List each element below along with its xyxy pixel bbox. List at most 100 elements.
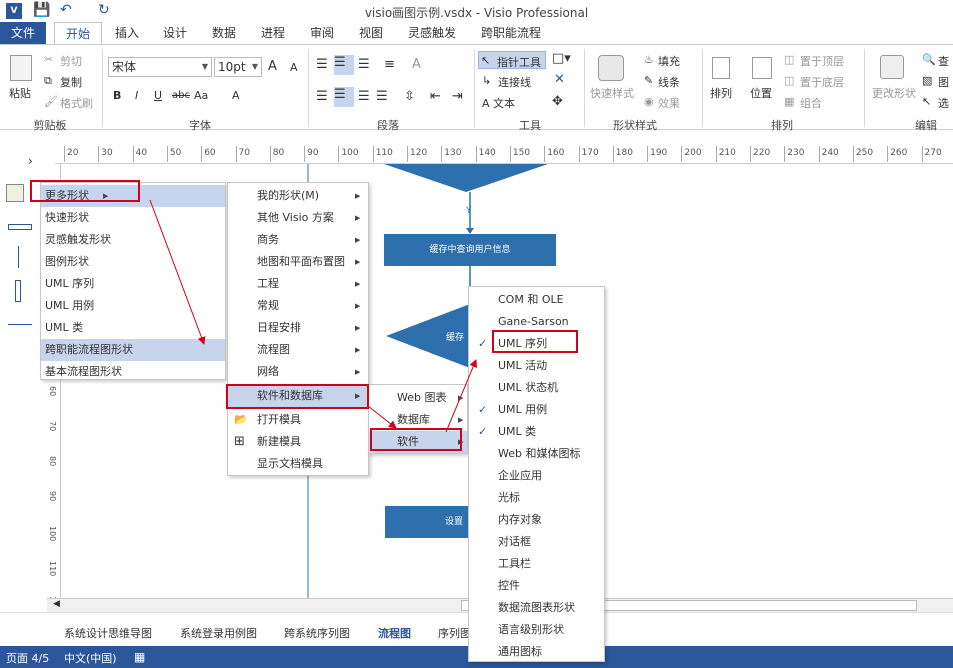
align-top-icon[interactable]: ☰ (316, 57, 328, 72)
tab-view[interactable]: 视图 (356, 22, 386, 44)
menu-item-toolbars[interactable]: 工具栏 (469, 553, 604, 575)
arrange-icon[interactable] (712, 57, 730, 79)
macro-icon[interactable]: ▦ (134, 650, 145, 664)
menu-item-brainstorm-shapes[interactable]: 灵感触发形状 (41, 229, 225, 251)
menu-item-engineering[interactable]: 工程 ▶ (228, 273, 368, 295)
quick-styles-icon[interactable] (598, 55, 624, 81)
menu-item-legend-shapes[interactable]: 图例形状 (41, 251, 225, 273)
page-tab-flowchart[interactable]: 流程图 (378, 625, 411, 641)
menu-item-language-shapes[interactable]: 语言级别形状 (469, 619, 604, 641)
tab-design[interactable]: 设计 (160, 22, 190, 44)
bring-front-button[interactable]: 置于顶层 (800, 53, 844, 69)
effects-button[interactable]: 效果 (658, 95, 680, 111)
menu-item-uml-usecase[interactable]: UML 用例 (41, 295, 225, 317)
indent-icon[interactable]: ⇤ (430, 89, 441, 104)
menu-item-uml-sequence[interactable]: UML 序列 (41, 273, 225, 295)
change-shape-icon[interactable] (880, 55, 904, 79)
strikethrough-button[interactable]: abc (172, 90, 190, 101)
menu-item-web-diagram[interactable]: Web 图表 ▶ (369, 387, 467, 409)
tab-brainstorm[interactable]: 灵感触发 (404, 22, 460, 44)
bullets-icon[interactable]: ≡ (384, 57, 395, 72)
language-indicator[interactable]: 中文(中国) (64, 650, 117, 666)
tab-process[interactable]: 进程 (258, 22, 288, 44)
menu-item-document-stencil[interactable]: 显示文档模具 (228, 453, 368, 475)
menu-item-cursors[interactable]: 光标 (469, 487, 604, 509)
tab-file[interactable]: 文件 (0, 22, 46, 44)
close-icon[interactable]: ✕ (554, 72, 565, 87)
scroll-left-icon[interactable]: ◀ (53, 599, 60, 609)
menu-item-crossfunctional-shapes[interactable]: 跨职能流程图形状 (41, 339, 225, 361)
rectangle-tool-icon[interactable]: □▾ (552, 51, 571, 66)
layers-button[interactable]: 图 (938, 74, 949, 90)
group-button[interactable]: 组合 (800, 95, 822, 111)
bold-button[interactable]: B (113, 89, 121, 102)
menu-item-maps[interactable]: 地图和平面布置图 ▶ (228, 251, 368, 273)
menu-item-new-stencil[interactable]: ⊞ 新建模具 (228, 431, 368, 453)
justify-icon[interactable]: ☰ (376, 89, 388, 104)
page-tab-login-usecase[interactable]: 系统登录用例图 (180, 625, 257, 641)
send-back-button[interactable]: 置于底层 (800, 74, 844, 90)
menu-item-dataflow-shapes[interactable]: 数据流图表形状 (469, 597, 604, 619)
fill-button[interactable]: 填充 (658, 53, 680, 69)
position-button[interactable]: 位置 (750, 85, 772, 101)
pointer-tool-button[interactable]: ↖ 指针工具 (478, 51, 546, 69)
connection-point-icon[interactable]: ✥ (552, 94, 563, 109)
menu-item-network[interactable]: 网络 ▶ (228, 361, 368, 383)
menu-item-uml-activity[interactable]: UML 活动 (469, 355, 604, 377)
tab-crossfunctional[interactable]: 跨职能流程图 (476, 22, 546, 62)
change-case-button[interactable]: Aa (194, 89, 208, 102)
cut-button[interactable]: 剪切 (60, 53, 82, 69)
tab-home[interactable]: 开始 (54, 22, 102, 44)
italic-button[interactable]: I (135, 89, 138, 102)
line-button[interactable]: 线条 (658, 74, 680, 90)
underline-button[interactable]: U (154, 89, 162, 102)
page-tab-mindmap[interactable]: 系统设计思维导图 (64, 625, 152, 641)
align-center-icon[interactable]: ☰ (334, 87, 354, 107)
paste-icon[interactable] (10, 55, 32, 81)
align-left-icon[interactable]: ☰ (316, 89, 328, 104)
menu-item-basic-flowchart[interactable]: 基本流程图形状 (41, 361, 225, 383)
text-direction-icon[interactable]: A (412, 57, 421, 72)
connector-tool-button[interactable]: 连接线 (498, 74, 531, 90)
tab-review[interactable]: 审阅 (307, 22, 337, 44)
menu-item-dialogs[interactable]: 对话框 (469, 531, 604, 553)
tab-data[interactable]: 数据 (209, 22, 239, 44)
menu-item-uml-class[interactable]: UML 类 (41, 317, 225, 339)
font-size-combo[interactable]: 10pt ▼ (214, 57, 262, 77)
menu-item-common-icons[interactable]: 通用图标 (469, 641, 604, 663)
menu-item-flowchart[interactable]: 流程图 ▶ (228, 339, 368, 361)
text-tool-button[interactable]: A 文本 (482, 95, 515, 111)
menu-item-my-shapes[interactable]: 我的形状(M) ▶ (228, 185, 368, 207)
menu-item-enterprise-apps[interactable]: 企业应用 (469, 465, 604, 487)
menu-item-com-ole[interactable]: COM 和 OLE (469, 289, 604, 311)
menu-item-web-media-icons[interactable]: Web 和媒体图标 (469, 443, 604, 465)
page-indicator[interactable]: 页面 4/5 (6, 650, 49, 666)
shrink-font-button[interactable]: A (290, 61, 298, 74)
find-button[interactable]: 查 (938, 53, 949, 69)
quick-styles-button[interactable]: 快速样式 (590, 85, 634, 101)
menu-item-schedule[interactable]: 日程安排 ▶ (228, 317, 368, 339)
copy-button[interactable]: 复制 (60, 74, 82, 90)
position-icon[interactable] (752, 57, 772, 79)
page-tab-sequence[interactable]: 序列图 (438, 625, 471, 641)
spacing-icon[interactable]: ⇳ (404, 89, 415, 104)
menu-item-other-visio[interactable]: 其他 Visio 方案 ▶ (228, 207, 368, 229)
page-tab-cross-sequence[interactable]: 跨系统序列图 (284, 625, 350, 641)
change-shape-button[interactable]: 更改形状 (872, 85, 916, 101)
menu-item-controls[interactable]: 控件 (469, 575, 604, 597)
font-name-combo[interactable]: 宋体 ▼ (108, 57, 212, 77)
menu-item-open-stencil[interactable]: 📂 打开模具 (228, 409, 368, 431)
outdent-icon[interactable]: ⇥ (452, 89, 463, 104)
arrange-button[interactable]: 排列 (710, 85, 732, 101)
grow-font-button[interactable]: A (268, 59, 277, 74)
menu-item-quick-shapes[interactable]: 快速形状 (41, 207, 225, 229)
menu-item-memory-objects[interactable]: 内存对象 (469, 509, 604, 531)
menu-item-general[interactable]: 常规 ▶ (228, 295, 368, 317)
align-right-icon[interactable]: ☰ (358, 89, 370, 104)
tab-insert[interactable]: 插入 (112, 22, 142, 44)
flow-box-cache-query[interactable]: 缓存中查询用户信息 (384, 234, 556, 266)
menu-item-uml-class-stencil[interactable]: ✓ UML 类 (469, 421, 604, 443)
menu-item-uml-usecase-stencil[interactable]: ✓ UML 用例 (469, 399, 604, 421)
paste-button[interactable]: 粘贴 (9, 85, 31, 101)
format-painter-button[interactable]: 格式刷 (60, 95, 93, 111)
